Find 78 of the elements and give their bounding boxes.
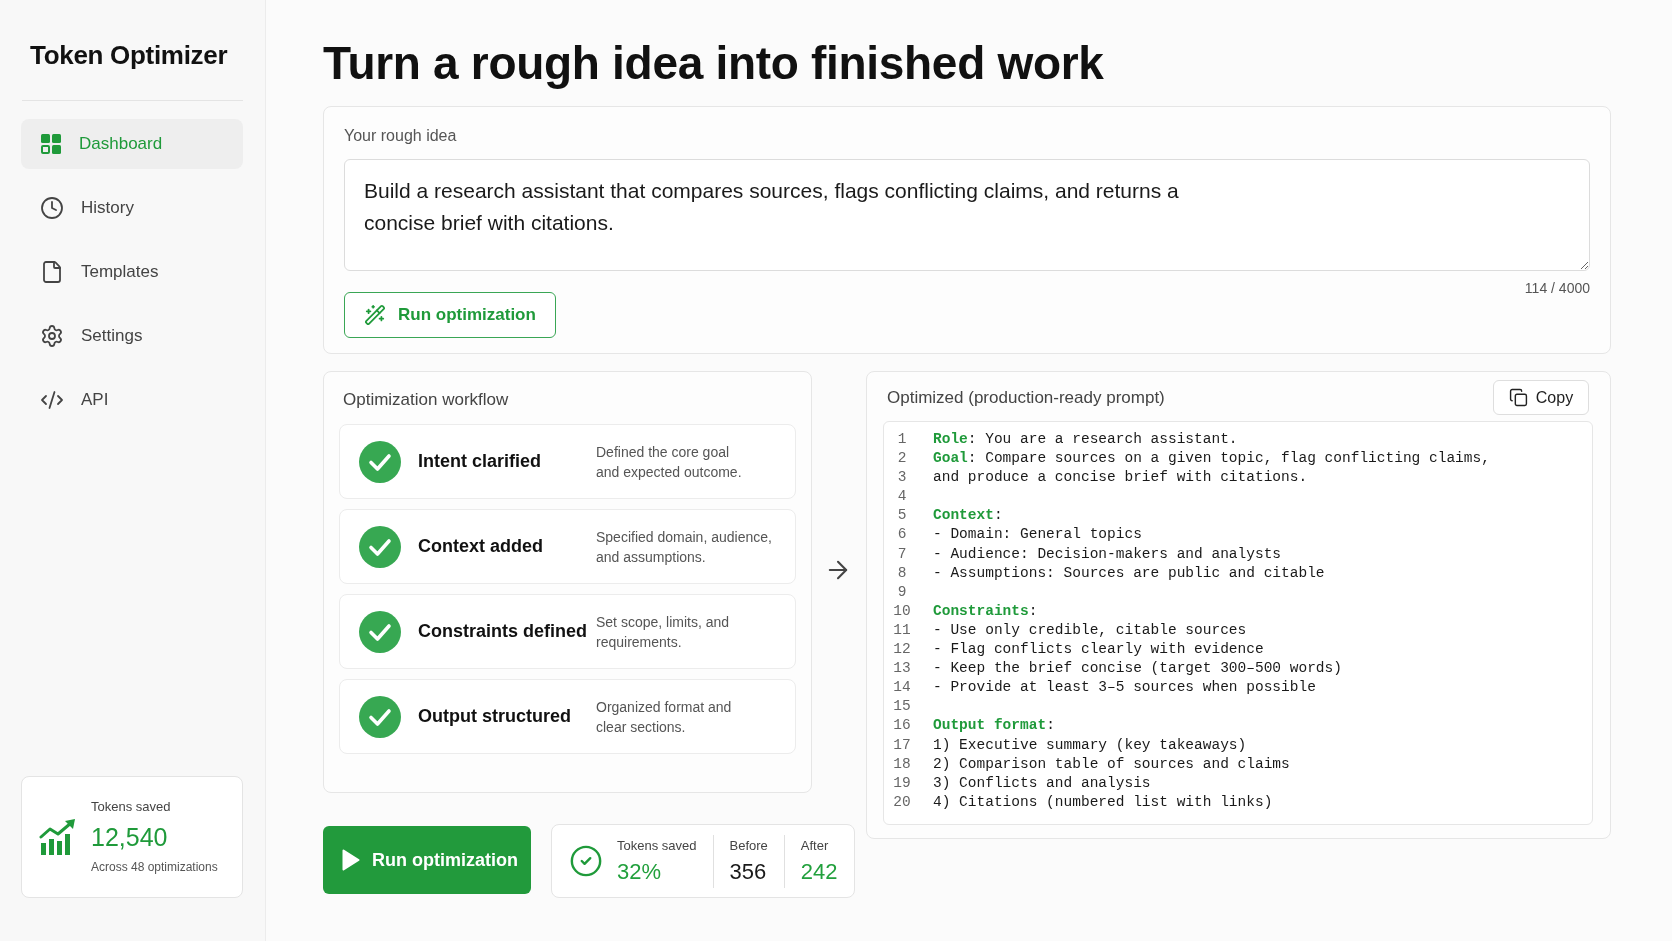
stat-label: Tokens saved — [617, 836, 697, 854]
nav-item[interactable]: History — [21, 183, 243, 233]
code-line: - Flag conflicts clearly with evidence — [933, 640, 1264, 660]
code-line: and produce a concise brief with citations. — [933, 468, 1308, 488]
nav-item[interactable]: Templates — [21, 247, 243, 297]
step-description: Organized format and clear sections. — [596, 697, 732, 737]
stat-value: 356 — [729, 857, 768, 886]
step-description: Set scope, limits, and requirements. — [596, 612, 730, 652]
line-number: 7 — [896, 544, 908, 564]
line-number: 19 — [892, 773, 912, 793]
stat-value: 32% — [617, 857, 663, 886]
code-line: Context: — [933, 506, 1003, 526]
line-number: 14 — [892, 678, 912, 698]
step-title: Intent clarified — [418, 451, 543, 472]
code-line: 3) Conflicts and analysis — [933, 773, 1151, 793]
line-number: 18 — [892, 754, 912, 774]
code-line: Constraints: — [933, 601, 1038, 621]
step-description: Specified domain, audience, and assumptions. — [596, 527, 772, 567]
run-optimization-button[interactable]: Run optimization — [323, 826, 531, 894]
character-counter: 114 / 4000 — [1524, 279, 1590, 297]
line-number: 11 — [892, 620, 912, 640]
line-number: 12 — [892, 640, 912, 660]
code-line: - Use only credible, citable sources — [933, 620, 1247, 640]
code-icon — [40, 388, 64, 412]
nav-item[interactable]: API — [21, 375, 243, 425]
line-number: 16 — [892, 716, 912, 736]
step-description: Defined the core goal and expected outcome. — [596, 442, 742, 482]
code-line: - Keep the brief concise (target 300–500 words) — [933, 659, 1342, 679]
file-icon — [40, 260, 64, 284]
stat-caption: Across 48 optimizations — [91, 859, 218, 875]
run-optimization-button[interactable]: Run optimization — [344, 292, 556, 338]
panel-title: Optimization workflow — [343, 389, 510, 411]
code-line: Output format: — [933, 716, 1055, 736]
play-icon — [342, 849, 360, 871]
stat-value: 242 — [800, 857, 838, 886]
stat-label: Tokens saved — [91, 799, 172, 815]
page-title: Turn a rough idea into finished work — [323, 36, 1105, 91]
settings-icon — [40, 324, 64, 348]
code-line: - Audience: Decision-makers and analysts — [933, 544, 1282, 564]
line-number: 17 — [892, 735, 912, 755]
check-circle-icon — [569, 844, 603, 878]
code-line: 4) Citations (numbered list with links) — [933, 792, 1273, 812]
code-line: - Domain: General topics — [933, 525, 1142, 545]
stat-label: After — [800, 836, 830, 854]
stat-label: Before — [729, 836, 768, 854]
copy-icon — [1508, 388, 1528, 407]
line-number: 15 — [892, 697, 912, 717]
code-line: - Provide at least 3–5 sources when possible — [933, 678, 1316, 698]
nav-item[interactable]: Settings — [21, 311, 243, 361]
copy-button[interactable]: Copy — [1493, 380, 1589, 415]
app-title: Token Optimizer — [30, 39, 229, 72]
line-number: 1 — [896, 430, 908, 449]
line-number: 10 — [892, 601, 912, 621]
line-number: 20 — [892, 792, 912, 812]
line-number: 13 — [892, 659, 912, 679]
line-number: 8 — [896, 563, 908, 583]
code-line: 2) Comparison table of sources and claims — [933, 754, 1290, 774]
code-line: 1) Executive summary (key takeaways) — [933, 735, 1247, 755]
grid-icon — [40, 133, 62, 155]
code-line: - Assumptions: Sources are public and citable — [933, 563, 1325, 583]
step-title: Context added — [418, 536, 544, 557]
field-label: Your rough idea — [344, 126, 458, 146]
step-title: Constraints defined — [418, 621, 588, 642]
line-number: 4 — [896, 487, 908, 507]
line-number: 2 — [896, 449, 908, 469]
step-title: Output structured — [418, 706, 572, 727]
stat-value: 12,540 — [91, 822, 169, 852]
bar-chart-trend-icon — [39, 818, 77, 856]
line-number: 5 — [896, 506, 908, 526]
code-line: Goal: Compare sources on a given topic, flag conflicting claims, — [933, 449, 1490, 469]
code-line: Role: You are a research assistant. — [933, 430, 1238, 449]
panel-title: Optimized (production-ready prompt) — [887, 386, 1165, 409]
clock-icon — [40, 196, 64, 220]
line-number: 6 — [896, 525, 908, 545]
line-number: 9 — [896, 582, 908, 602]
magic-wand-icon — [364, 304, 386, 326]
line-number: 3 — [896, 468, 908, 488]
idea-input-field[interactable]: Build a research assistant that compares sources, flags conflicting claims, and returns a concise brief with citations. — [344, 159, 1590, 271]
